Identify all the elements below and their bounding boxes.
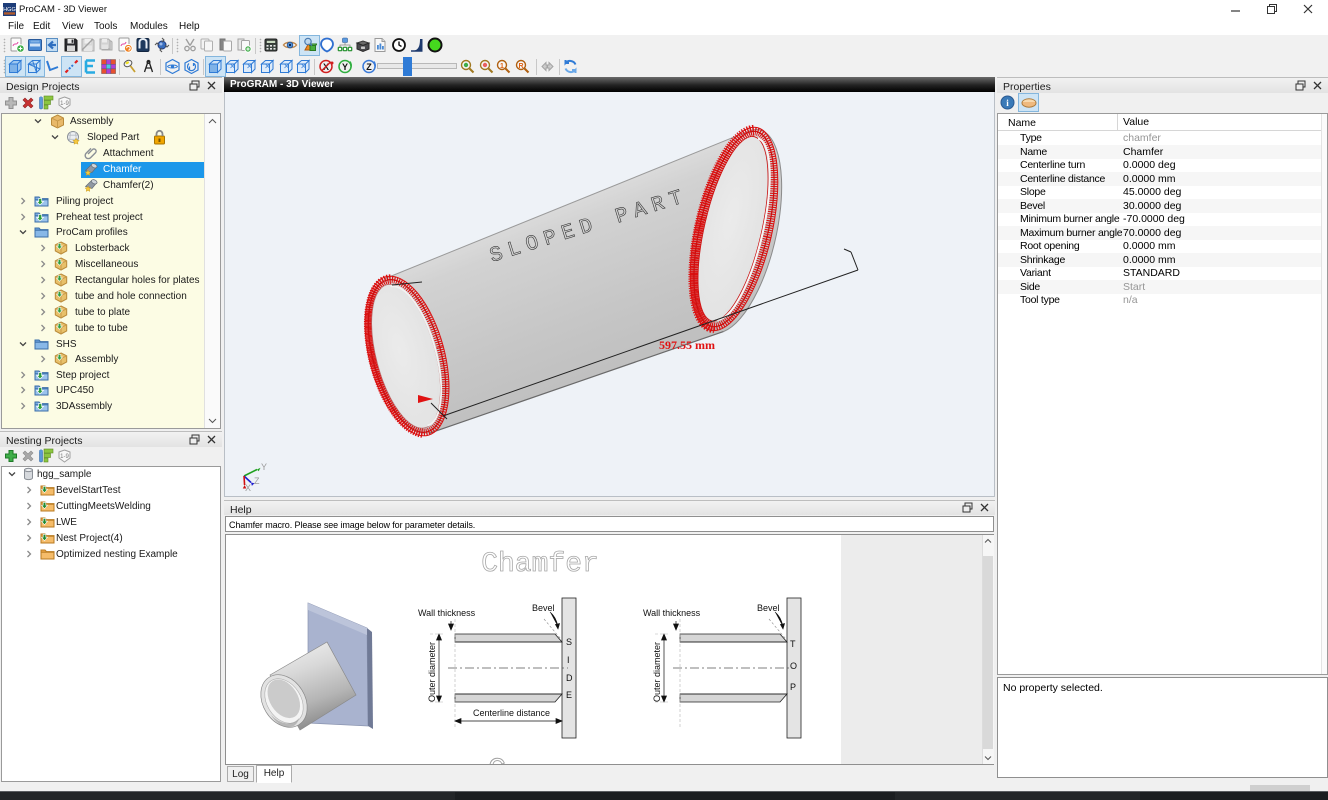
svg-text:1-9: 1-9 [60, 101, 69, 107]
svg-text:E: E [566, 690, 572, 700]
svg-text:P: P [790, 682, 796, 692]
svg-text:S: S [566, 637, 572, 647]
svg-text:Z: Z [254, 476, 260, 486]
svg-text:HGG: HGG [3, 7, 16, 13]
svg-text:X: X [245, 483, 251, 493]
svg-text:Outer diameter: Outer diameter [427, 642, 437, 702]
svg-text:Y: Y [261, 462, 267, 472]
svg-text:1-9: 1-9 [60, 454, 69, 460]
svg-text:Chamfer: Chamfer [481, 549, 599, 580]
svg-text:Bevel: Bevel [532, 603, 555, 613]
svg-text:Centerline distance: Centerline distance [473, 708, 550, 718]
svg-text:Wall thickness: Wall thickness [643, 608, 701, 618]
svg-text:D: D [566, 673, 573, 683]
svg-text:T: T [790, 639, 796, 649]
svg-text:1: 1 [500, 63, 504, 70]
svg-text:Wall thickness: Wall thickness [418, 608, 476, 618]
svg-text:I: I [567, 655, 570, 665]
svg-text:Outer diameter: Outer diameter [652, 642, 662, 702]
svg-text:O: O [790, 661, 797, 671]
svg-text:R: R [518, 63, 523, 70]
svg-text:Y: Y [342, 62, 348, 72]
svg-text:Bevel: Bevel [757, 603, 780, 613]
svg-text:C: C [488, 754, 506, 764]
svg-text:597.55 mm: 597.55 mm [659, 338, 715, 352]
svg-text:Z: Z [366, 62, 372, 72]
